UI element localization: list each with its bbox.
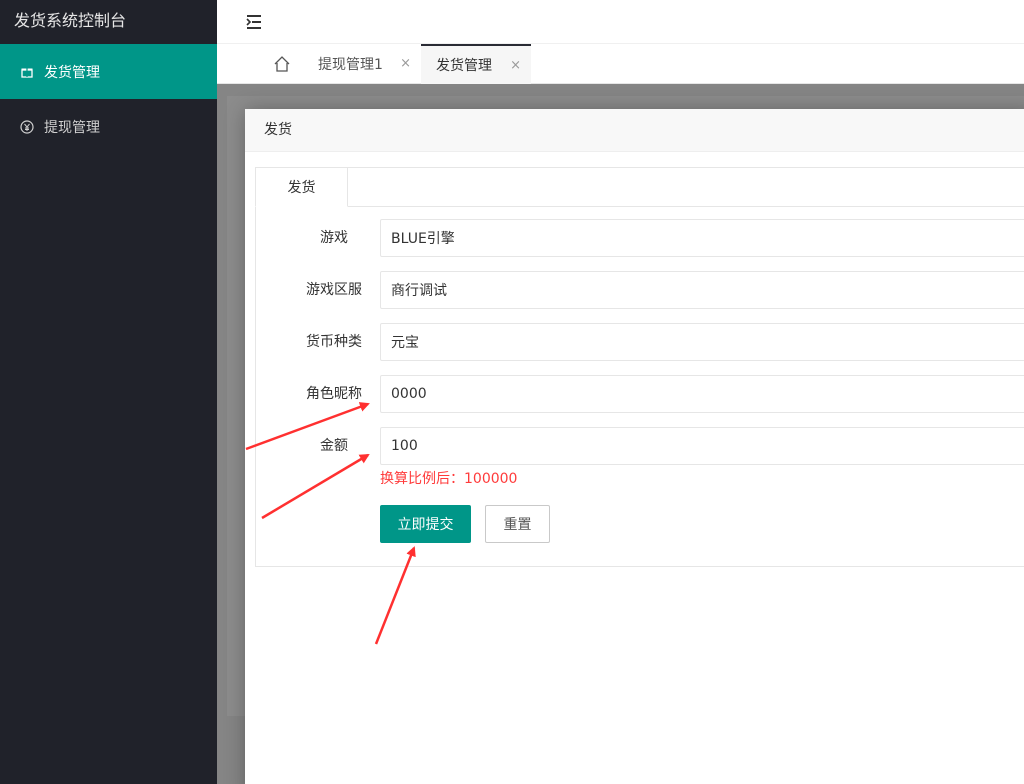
amount-label: 金额 [320, 438, 348, 454]
dialog-title: 发货 [245, 109, 1024, 152]
gift-icon [20, 65, 34, 79]
tab-shipping-form[interactable]: 发货 [255, 167, 348, 207]
reset-button[interactable]: 重置 [485, 505, 550, 543]
sidebar: 发货系统控制台 发货管理 提现管理 [0, 0, 217, 784]
server-label: 游戏区服 [306, 282, 362, 298]
tab-withdraw-1[interactable]: 提现管理1 × [303, 44, 421, 84]
sidebar-item-withdraw[interactable]: 提现管理 [0, 99, 217, 154]
form-row-game: 游戏 [256, 219, 1024, 257]
tab-shipping[interactable]: 发货管理 × [421, 44, 531, 84]
shipping-dialog: 发货 发货 游戏 游戏区服 货币种类 角色昵称 金额 换算比例后：100000 … [245, 109, 1024, 784]
form-row-server: 游戏区服 [256, 271, 1024, 309]
submit-button[interactable]: 立即提交 [380, 505, 471, 543]
currency-label: 货币种类 [306, 334, 362, 350]
conversion-hint: 换算比例后：100000 [380, 471, 518, 487]
form-row-nickname: 角色昵称 [256, 375, 1024, 413]
tab-label: 提现管理1 [318, 57, 383, 73]
form-row-currency: 货币种类 [256, 323, 1024, 361]
home-icon[interactable] [262, 44, 302, 84]
page-tabs: 提现管理1 × 发货管理 × [217, 44, 1024, 84]
sidebar-item-label: 发货管理 [44, 64, 100, 81]
game-label: 游戏 [320, 230, 348, 246]
currency-input[interactable] [380, 323, 1024, 361]
app-title: 发货系统控制台 [14, 11, 127, 30]
dialog-form-panel: 发货 游戏 游戏区服 货币种类 角色昵称 金额 换算比例后：100000 立即提… [255, 167, 1024, 567]
nickname-label: 角色昵称 [306, 386, 362, 402]
tab-divider [348, 206, 1024, 207]
game-input[interactable] [380, 219, 1024, 257]
sidebar-item-shipping[interactable]: 发货管理 [0, 44, 217, 99]
collapse-menu-icon[interactable] [245, 13, 263, 31]
amount-input[interactable] [380, 427, 1024, 465]
form-row-amount: 金额 [256, 427, 1024, 465]
tab-label: 发货管理 [436, 58, 492, 74]
top-header [217, 0, 1024, 44]
close-icon[interactable]: × [400, 56, 411, 71]
yen-circle-icon [20, 119, 34, 134]
sidebar-item-label: 提现管理 [44, 119, 100, 136]
server-input[interactable] [380, 271, 1024, 309]
nickname-input[interactable] [380, 375, 1024, 413]
close-icon[interactable]: × [510, 58, 521, 73]
